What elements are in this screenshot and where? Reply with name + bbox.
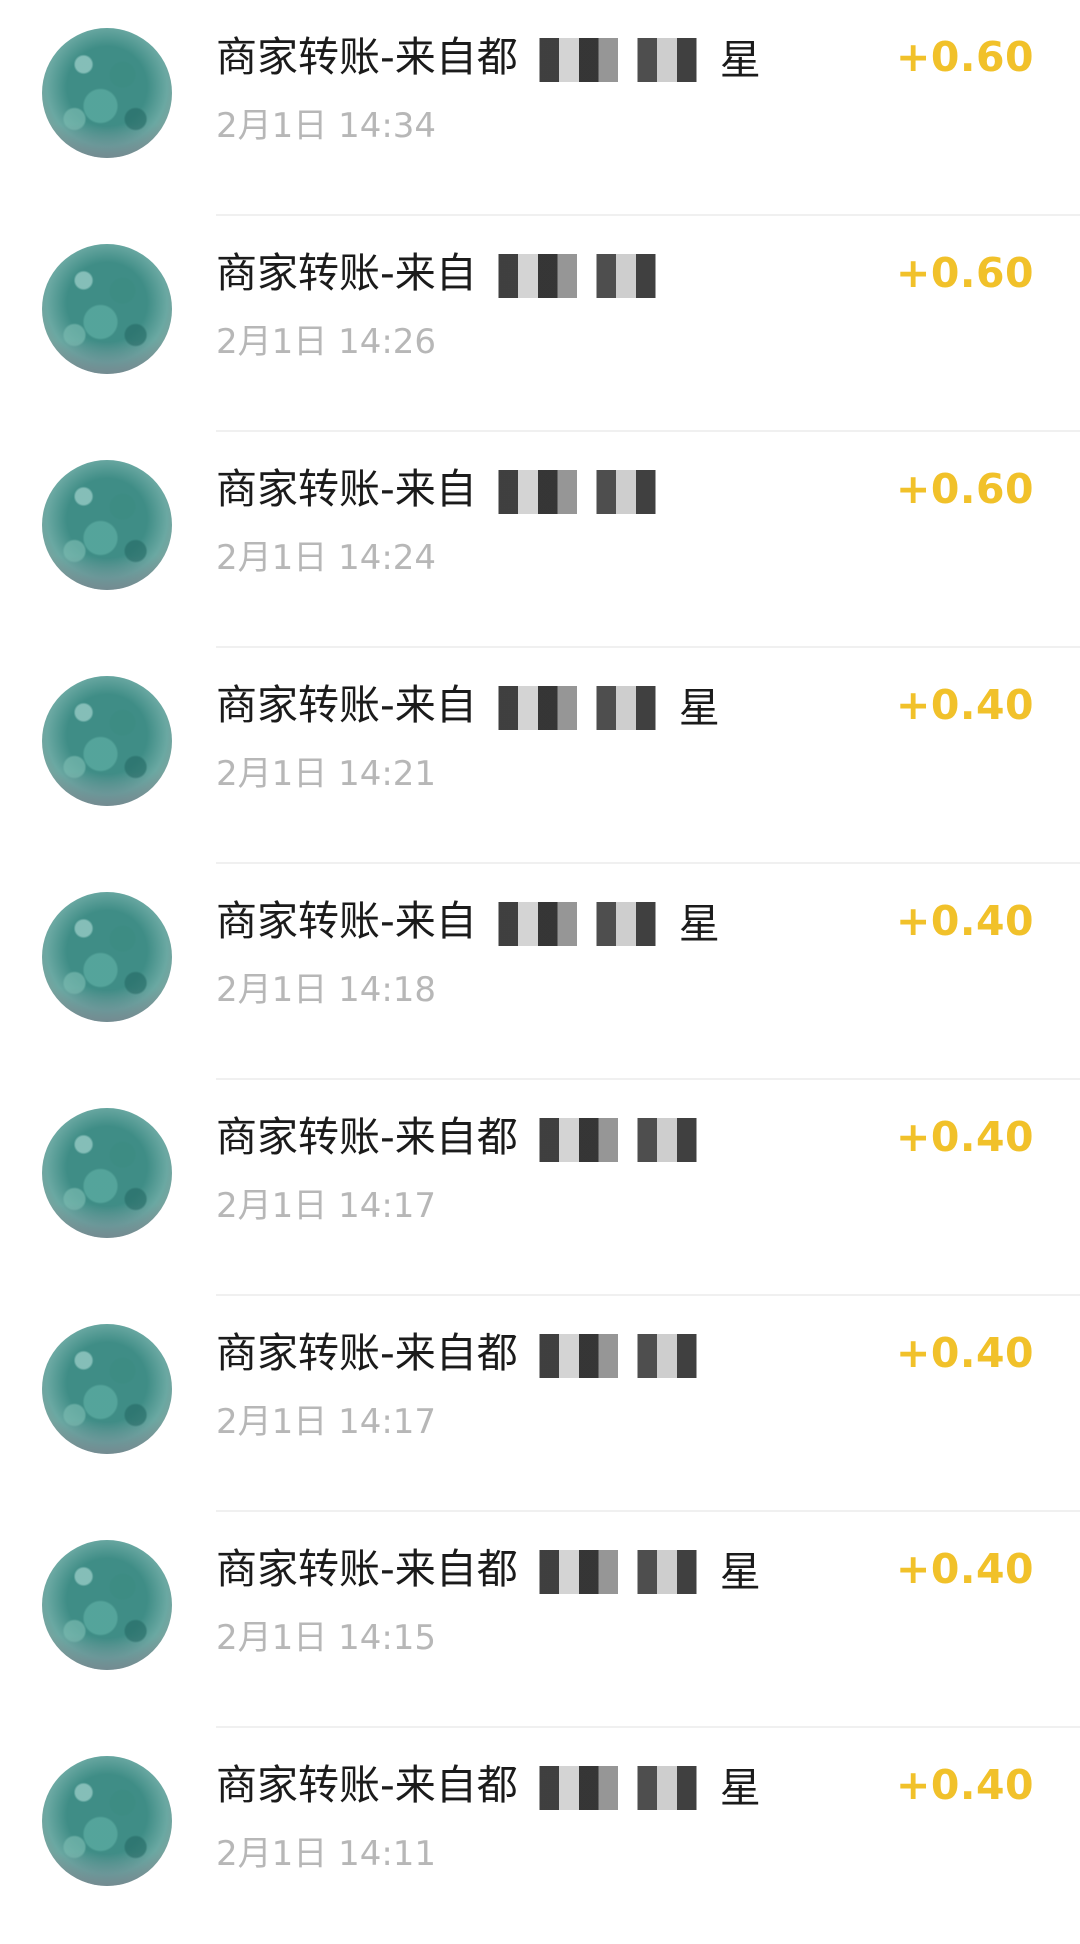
transaction-title: 商家转账-来自都 — [216, 1326, 720, 1380]
transaction-title: 商家转账-来自都 — [216, 1110, 720, 1164]
transaction-row[interactable]: 商家转账-来自 2月1日 14:26 +0.60 — [0, 216, 1080, 432]
plant-avatar-icon — [42, 460, 172, 590]
title-suffix: 星 — [678, 684, 720, 732]
plant-avatar-icon — [42, 1324, 172, 1454]
transaction-time: 2月1日 14:21 — [216, 754, 437, 794]
transaction-title: 商家转账-来自都 星 — [216, 1542, 761, 1599]
transaction-time: 2月1日 14:26 — [216, 322, 437, 362]
plant-avatar-icon — [42, 1756, 172, 1886]
title-prefix: 商家转账-来自都 — [216, 1113, 518, 1161]
transaction-title: 商家转账-来自 星 — [216, 894, 720, 951]
transaction-amount: +0.40 — [895, 1113, 1034, 1161]
redacted-sender — [478, 686, 675, 730]
transaction-time: 2月1日 14:18 — [216, 970, 437, 1010]
redacted-sender — [478, 470, 675, 514]
redacted-sender — [478, 902, 675, 946]
transaction-row[interactable]: 商家转账-来自 2月1日 14:24 +0.60 — [0, 432, 1080, 648]
title-prefix: 商家转账-来自都 — [216, 1761, 518, 1809]
plant-avatar-icon — [42, 892, 172, 1022]
transaction-amount: +0.40 — [895, 681, 1034, 729]
transaction-row[interactable]: 商家转账-来自都 2月1日 14:17 +0.40 — [0, 1080, 1080, 1296]
plant-avatar-icon — [42, 676, 172, 806]
transaction-title: 商家转账-来自 星 — [216, 678, 720, 735]
transaction-time: 2月1日 14:15 — [216, 1618, 437, 1658]
plant-avatar-icon — [42, 1540, 172, 1670]
transaction-title: 商家转账-来自 — [216, 462, 679, 516]
transaction-time: 2月1日 14:11 — [216, 1834, 437, 1874]
title-suffix: 星 — [719, 1548, 761, 1596]
plant-avatar-icon — [42, 28, 172, 158]
redacted-sender — [519, 1334, 716, 1378]
title-prefix: 商家转账-来自 — [216, 465, 477, 513]
title-prefix: 商家转账-来自都 — [216, 1545, 518, 1593]
title-suffix: 星 — [719, 36, 761, 84]
title-suffix: 星 — [678, 900, 720, 948]
transaction-row[interactable]: 商家转账-来自 星 2月1日 14:18 +0.40 — [0, 864, 1080, 1080]
transaction-row[interactable]: 商家转账-来自都 星 2月1日 14:34 +0.60 — [0, 0, 1080, 216]
transaction-amount: +0.60 — [895, 465, 1034, 513]
title-prefix: 商家转账-来自都 — [216, 33, 518, 81]
transaction-amount: +0.40 — [895, 897, 1034, 945]
title-prefix: 商家转账-来自 — [216, 897, 477, 945]
redacted-sender — [519, 1550, 716, 1594]
redacted-sender — [519, 38, 716, 82]
transaction-row[interactable]: 商家转账-来自 星 2月1日 14:21 +0.40 — [0, 648, 1080, 864]
redacted-sender — [519, 1766, 716, 1810]
transaction-row[interactable]: 商家转账-来自都 星 2月1日 14:11 +0.40 — [0, 1728, 1080, 1944]
transaction-row[interactable]: 商家转账-来自都 2月1日 14:17 +0.40 — [0, 1296, 1080, 1512]
transaction-title: 商家转账-来自都 星 — [216, 30, 761, 87]
transaction-time: 2月1日 14:17 — [216, 1186, 437, 1226]
transaction-amount: +0.40 — [895, 1545, 1034, 1593]
title-suffix: 星 — [719, 1764, 761, 1812]
transaction-time: 2月1日 14:17 — [216, 1402, 437, 1442]
title-prefix: 商家转账-来自 — [216, 681, 477, 729]
transaction-amount: +0.40 — [895, 1329, 1034, 1377]
plant-avatar-icon — [42, 1108, 172, 1238]
transaction-time: 2月1日 14:34 — [216, 106, 437, 146]
title-prefix: 商家转账-来自 — [216, 249, 477, 297]
transaction-amount: +0.60 — [895, 33, 1034, 81]
redacted-sender — [478, 254, 675, 298]
transaction-list: 商家转账-来自都星 2月1日 14:34 +0.60 商家转账-来自 2月1日 … — [0, 0, 1080, 1908]
transaction-row[interactable]: 商家转账-来自都 星 2月1日 14:15 +0.40 — [0, 1512, 1080, 1728]
title-prefix: 商家转账-来自都 — [216, 1329, 518, 1377]
transaction-amount: +0.60 — [895, 249, 1034, 297]
transaction-title: 商家转账-来自 — [216, 246, 679, 300]
transaction-time: 2月1日 14:24 — [216, 538, 437, 578]
transaction-amount: +0.40 — [895, 1761, 1034, 1809]
plant-avatar-icon — [42, 244, 172, 374]
transaction-title: 商家转账-来自都 星 — [216, 1758, 761, 1815]
redacted-sender — [519, 1118, 716, 1162]
